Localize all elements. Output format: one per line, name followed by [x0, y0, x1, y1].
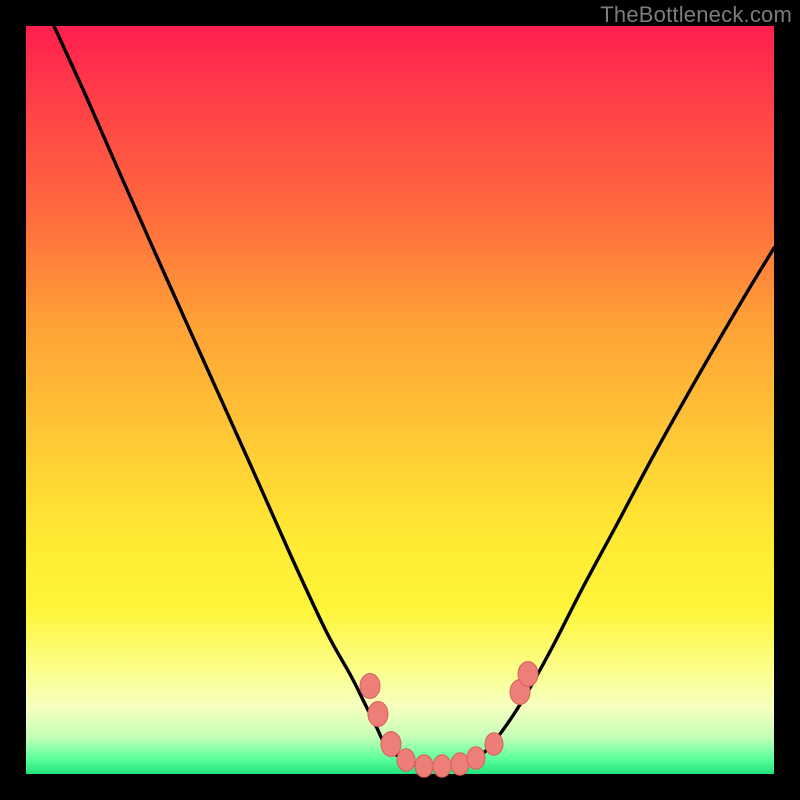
bottleneck-curve	[54, 26, 774, 766]
plot-area	[26, 26, 774, 774]
curve-marker	[397, 749, 415, 772]
curve-marker	[368, 702, 388, 727]
curve-svg	[26, 26, 774, 774]
curve-marker	[381, 732, 401, 757]
curve-marker	[518, 662, 538, 687]
curve-marker	[485, 733, 503, 756]
watermark-text: TheBottleneck.com	[600, 2, 792, 28]
curve-marker	[415, 755, 433, 778]
outer-frame: TheBottleneck.com	[0, 0, 800, 800]
curve-marker	[433, 755, 451, 778]
curve-marker	[451, 753, 469, 776]
curve-marker	[467, 747, 485, 770]
curve-marker	[360, 674, 380, 699]
